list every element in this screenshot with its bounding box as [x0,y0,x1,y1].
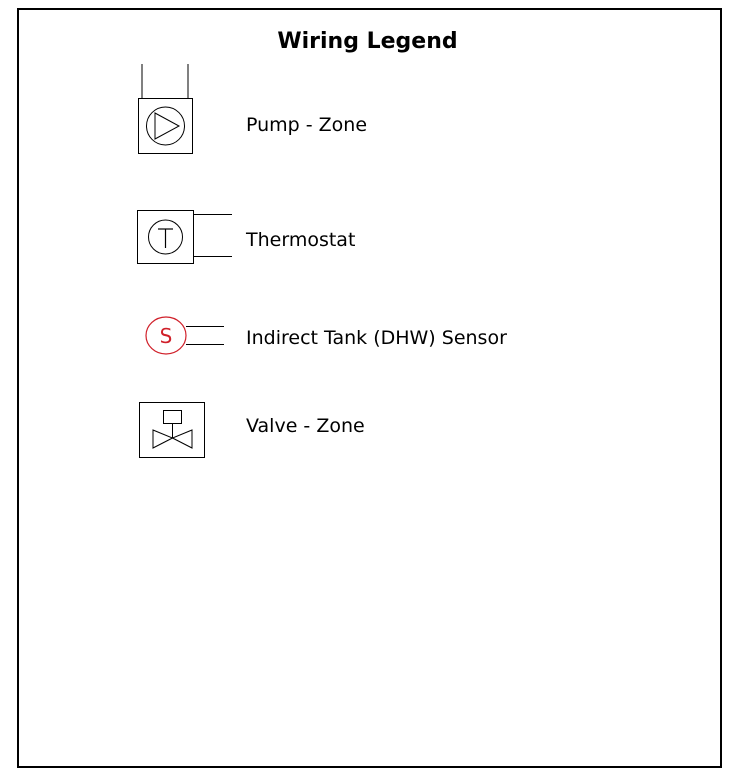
sensor-icon: S [145,316,224,355]
pump-zone-label: Pump - Zone [246,114,368,136]
thermostat-symbol [137,210,233,266]
sensor-symbol: S [145,316,225,356]
thermostat-icon [137,210,232,264]
sensor-letter: S [160,324,173,348]
valve-symbol [139,402,207,460]
thermostat-label: Thermostat [246,229,356,251]
legend-frame [17,8,722,768]
indirect-tank-sensor-label: Indirect Tank (DHW) Sensor [246,327,507,349]
pump-symbol [138,64,194,156]
legend-title: Wiring Legend [277,29,458,54]
pump-icon [138,64,193,154]
valve-icon [139,402,205,458]
valve-zone-label: Valve - Zone [246,415,365,437]
